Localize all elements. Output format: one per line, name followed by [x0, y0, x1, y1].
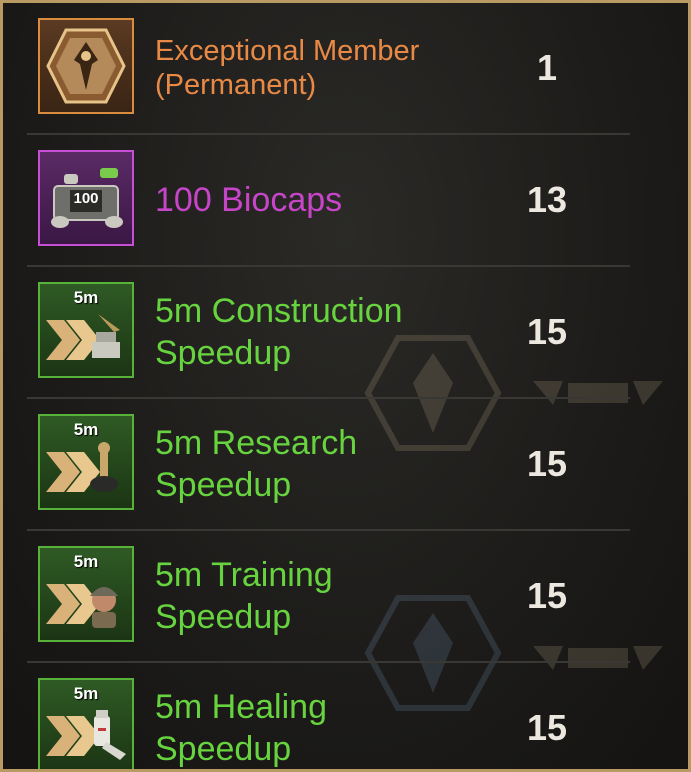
- biocaps-crate-icon: 100: [38, 150, 134, 246]
- reward-row: 5m 5m Construction Speedup 15: [27, 267, 630, 399]
- speedup-duration-label: 5m: [73, 552, 99, 571]
- reward-name: 100 Biocaps: [155, 181, 343, 219]
- reward-quantity: 15: [526, 707, 568, 748]
- reward-quantity: 15: [526, 575, 568, 616]
- reward-row: Exceptional Member (Permanent) 1: [27, 3, 630, 135]
- reward-row: 5m 5m Healing Speedup 15: [27, 663, 630, 769]
- reward-name: 5m Training Speedup: [155, 556, 333, 636]
- training-speedup-icon: 5m: [38, 546, 134, 642]
- construction-speedup-icon: 5m: [38, 282, 134, 378]
- reward-quantity: 1: [536, 47, 558, 88]
- speedup-duration-label: 5m: [73, 684, 99, 703]
- research-speedup-icon: 5m: [38, 414, 134, 510]
- reward-name: 5m Healing Speedup: [155, 688, 327, 768]
- rewards-panel: Exceptional Member (Permanent) 1 100 100 …: [0, 0, 691, 772]
- reward-quantity: 15: [526, 311, 568, 352]
- reward-list: Exceptional Member (Permanent) 1 100 100 …: [27, 3, 630, 769]
- reward-name: 5m Research Speedup: [155, 424, 358, 504]
- reward-row: 5m 5m Research Speedup 15: [27, 399, 630, 531]
- speedup-duration-label: 5m: [73, 288, 99, 307]
- exceptional-member-badge-icon: [38, 18, 134, 114]
- reward-name: Exceptional Member (Permanent): [155, 35, 420, 101]
- reward-row: 100 100 Biocaps 13: [27, 135, 630, 267]
- reward-quantity: 15: [526, 443, 568, 484]
- biocaps-amount-label: 100: [73, 190, 99, 207]
- speedup-duration-label: 5m: [73, 420, 99, 439]
- healing-speedup-icon: 5m: [38, 678, 134, 769]
- reward-name: 5m Construction Speedup: [155, 292, 403, 372]
- reward-row: 5m 5m Training Speedup 15: [27, 531, 630, 663]
- reward-quantity: 13: [526, 179, 568, 220]
